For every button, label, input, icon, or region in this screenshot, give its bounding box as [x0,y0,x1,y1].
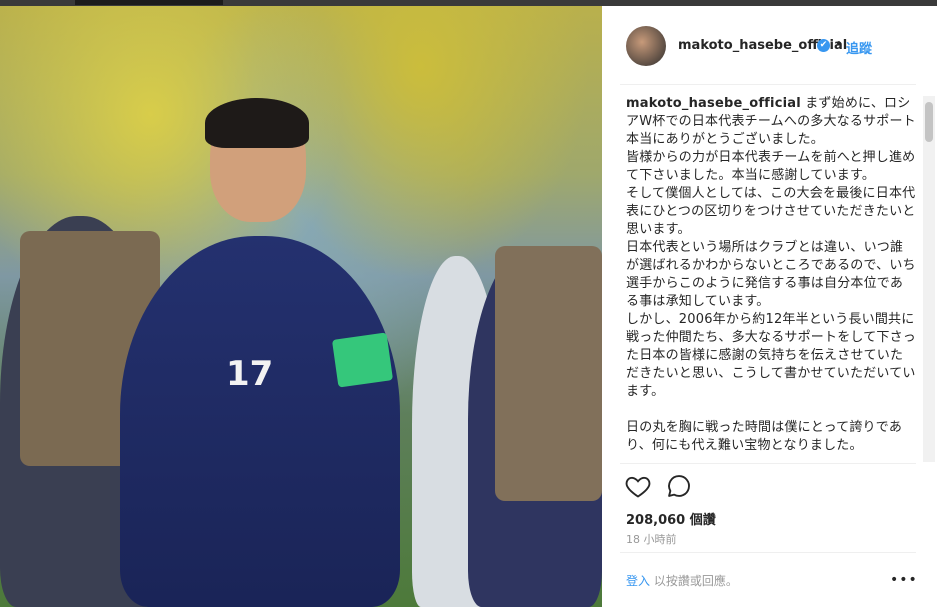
jersey-number: 17 [226,354,274,394]
timestamp[interactable]: 18 小時前 [626,531,677,547]
login-prompt: 登入 以按讚或回應。 [626,572,738,589]
caption-text: まず始めに、ロシアW杯での日本代表チームへの多大なるサポート本当にありがとうござ… [626,96,916,453]
player-main [120,236,400,607]
divider [620,552,916,553]
divider [620,84,916,85]
likes-count[interactable]: 208,060 個讚 [626,509,716,528]
post-header: makoto_hasebe_official ✔ • 追蹤 [602,6,937,84]
scrollbar-thumb[interactable] [925,102,933,142]
training-vest-right [495,246,602,501]
caption-scrollbar[interactable] [923,96,935,462]
divider [620,463,916,464]
login-link[interactable]: 登入 [626,574,650,588]
login-prompt-text: 以按讚或回應。 [650,574,738,588]
verified-badge-icon: ✔ [817,39,830,52]
top-strip [75,0,223,5]
post-photo[interactable]: 17 [0,6,602,607]
caption-area[interactable]: makoto_hasebe_official まず始めに、ロシアW杯での日本代表… [626,95,916,463]
caption-username[interactable]: makoto_hasebe_official [626,96,801,111]
follow-button[interactable]: 追蹤 [846,38,872,57]
more-options-icon[interactable]: ••• [890,572,918,588]
header-separator: • [835,37,843,52]
heart-icon[interactable] [624,472,652,500]
post-sidebar: makoto_hasebe_official ✔ • 追蹤 makoto_has… [602,6,937,607]
comment-icon[interactable] [665,472,693,500]
player-hair [205,98,309,148]
avatar[interactable] [626,26,666,66]
caption: makoto_hasebe_official まず始めに、ロシアW杯での日本代表… [626,95,916,455]
captain-armband [331,332,394,388]
